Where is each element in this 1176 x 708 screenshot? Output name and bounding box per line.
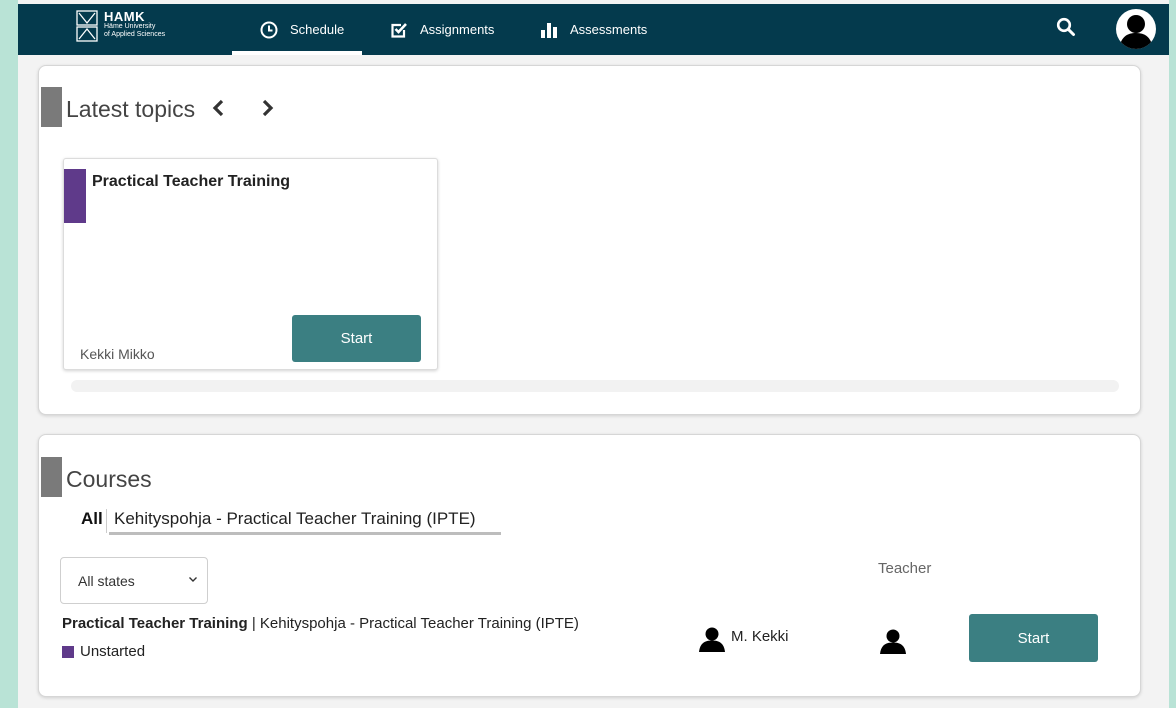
teacher-person-icon (698, 626, 726, 657)
brand-name: HAMK (104, 9, 145, 24)
status-label: Unstarted (80, 643, 146, 660)
page: HAMK Häme University of Applied Sciences… (18, 0, 1169, 708)
hamk-logo-icon (76, 10, 98, 42)
nav-schedule-label: Schedule (290, 22, 345, 37)
section-marker (41, 87, 62, 127)
course-separator: | (251, 615, 256, 632)
nav-assignments[interactable]: Assignments (390, 4, 494, 55)
teacher-column-person-icon (879, 628, 907, 659)
topic-start-button[interactable]: Start (292, 315, 421, 362)
filter-divider (106, 509, 107, 533)
check-square-icon (391, 22, 407, 38)
courses-panel: Courses All Kehityspohja - Practical Tea… (38, 434, 1141, 697)
next-arrow[interactable] (261, 98, 275, 124)
user-silhouette-icon (1119, 15, 1153, 49)
previous-arrow[interactable] (211, 98, 225, 124)
filter-course-tab[interactable]: Kehityspohja - Practical Teacher Trainin… (114, 509, 476, 529)
topic-author: Kekki Mikko (80, 346, 155, 362)
chevron-left-icon (212, 99, 224, 117)
status-color-box (62, 645, 74, 658)
latest-topics-panel: Latest topics Practical Teacher Training… (38, 65, 1141, 415)
active-tab-indicator (232, 51, 362, 55)
section-marker (41, 457, 62, 497)
chevron-down-icon (189, 577, 197, 582)
hamk-logo[interactable]: HAMK Häme University of Applied Sciences (76, 10, 165, 50)
latest-topics-title: Latest topics (66, 96, 196, 122)
filter-active-underline (109, 532, 501, 535)
search-button[interactable] (1056, 17, 1076, 42)
state-filter-select[interactable]: All states (60, 557, 208, 604)
filter-all-tab[interactable]: All (81, 509, 103, 529)
horizontal-scrollbar[interactable] (71, 380, 1119, 392)
user-avatar[interactable] (1116, 9, 1156, 49)
course-row-title: Practical Teacher Training | Kehityspohj… (62, 615, 579, 632)
nav-assessments[interactable]: Assessments (540, 4, 647, 55)
person-icon (880, 629, 906, 654)
teacher-name[interactable]: M. Kekki (731, 628, 789, 645)
course-status: Unstarted (62, 643, 145, 660)
nav-assignments-label: Assignments (420, 22, 495, 37)
state-filter-value: All states (78, 572, 135, 589)
topic-color-stripe (64, 169, 86, 223)
nav-assessments-label: Assessments (570, 22, 648, 37)
course-name[interactable]: Practical Teacher Training (62, 615, 248, 632)
search-icon (1056, 17, 1075, 36)
person-icon (699, 627, 725, 652)
course-template: Kehityspohja - Practical Teacher Trainin… (259, 615, 579, 632)
top-navigation-bar: HAMK Häme University of Applied Sciences… (18, 4, 1169, 55)
bar-chart-icon (541, 22, 557, 38)
topic-title: Practical Teacher Training (92, 173, 291, 190)
course-start-button[interactable]: Start (969, 614, 1098, 662)
topic-card[interactable]: Practical Teacher Training Kekki Mikko S… (63, 158, 438, 370)
courses-title: Courses (66, 466, 152, 492)
nav-schedule[interactable]: Schedule (260, 4, 344, 55)
brand-subtitle-line1: Häme University (104, 23, 156, 30)
chevron-right-icon (262, 99, 274, 117)
teacher-column-header: Teacher (878, 560, 932, 577)
brand-subtitle-line2: of Applied Sciences (104, 31, 166, 38)
clock-icon (260, 21, 278, 38)
